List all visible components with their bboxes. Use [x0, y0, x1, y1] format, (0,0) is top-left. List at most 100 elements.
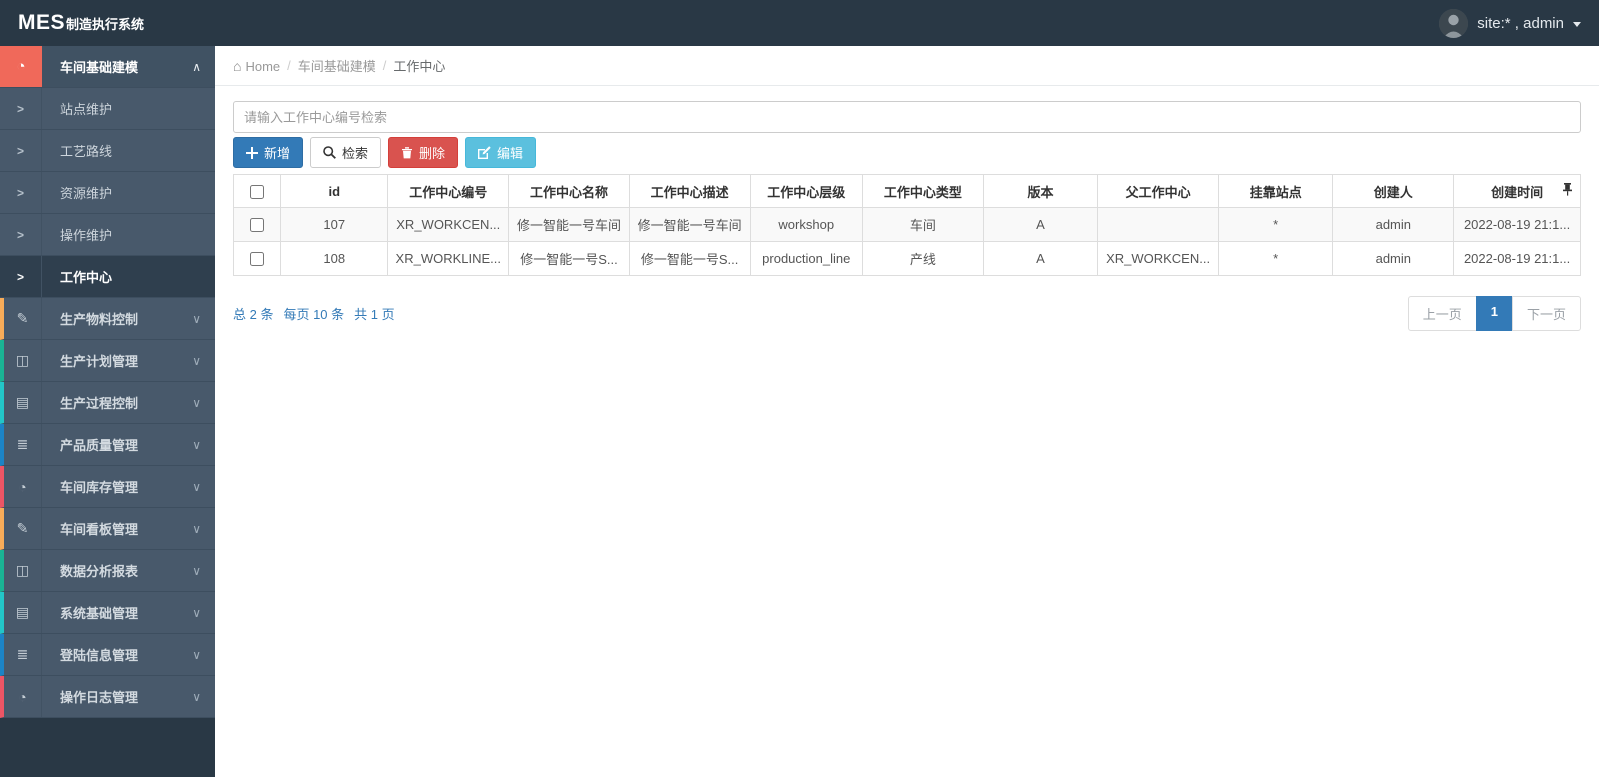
- add-button[interactable]: 新增: [233, 137, 304, 168]
- user-avatar: [1439, 8, 1469, 38]
- edit-icon: [478, 146, 491, 159]
- chevron-right-icon: >: [0, 88, 42, 129]
- table-cell: [1097, 207, 1219, 242]
- table-cell: 产线: [862, 241, 984, 276]
- table-cell: 修一智能一号S...: [628, 241, 751, 276]
- sidebar-item-label: 生产物料控制: [60, 312, 139, 327]
- column-header: 挂靠站点: [1217, 174, 1334, 208]
- table-cell: 修一智能一号车间: [508, 207, 630, 242]
- page-1-button[interactable]: 1: [1475, 296, 1513, 331]
- sidebar-item-label: 资源维护: [60, 186, 113, 201]
- breadcrumb-separator: /: [287, 58, 291, 73]
- pagination-summary: 总 2 条 每页 10 条 共 1 页: [233, 304, 395, 323]
- chevron-down-icon: ∨: [192, 563, 201, 578]
- sidebar: ◔ 车间基础建模 ∧ > 站点维护 > 工艺路线 > 资源维护 > 操作维护 > 工作中心 ✎ 生产物料控制…: [0, 46, 215, 777]
- sidebar-item-label: 数据分析报表: [60, 564, 139, 579]
- column-header: 父工作中心: [1097, 174, 1219, 208]
- sidebar-item-label: 工作中心: [60, 270, 113, 285]
- sidebar-item[interactable]: ▤ 系统基础管理 ∨: [0, 592, 215, 634]
- sidebar-subitem[interactable]: > 资源维护: [0, 172, 215, 214]
- chevron-down-icon: ∨: [192, 689, 201, 704]
- user-menu[interactable]: site:* , admin: [1439, 8, 1581, 38]
- total-count: 总 2 条: [233, 307, 274, 322]
- table-cell: *: [1217, 207, 1334, 242]
- add-button-label: 新增: [264, 146, 291, 161]
- plus-icon: [246, 146, 258, 159]
- chevron-right-icon: >: [0, 214, 42, 255]
- sidebar-subitem[interactable]: > 站点维护: [0, 88, 215, 130]
- table-cell: production_line: [749, 241, 863, 276]
- search-button[interactable]: 检索: [310, 137, 382, 168]
- edit-button-label: 编辑: [497, 146, 524, 161]
- chevron-down-icon: ∨: [192, 395, 201, 410]
- row-checkbox[interactable]: [250, 252, 265, 267]
- sidebar-item[interactable]: ✎ 车间看板管理 ∨: [0, 508, 215, 550]
- sidebar-item-label: 站点维护: [60, 102, 113, 117]
- edit-icon: ✎: [4, 298, 42, 339]
- chevron-down-icon: ∨: [192, 647, 201, 662]
- row-checkbox[interactable]: [250, 218, 265, 233]
- sidebar-item-label: 产品质量管理: [60, 438, 139, 453]
- user-label: site:* , admin: [1477, 14, 1564, 32]
- sidebar-subitem[interactable]: > 工作中心: [0, 256, 215, 298]
- topbar: MES 制造执行系统 site:* , admin: [0, 0, 1599, 46]
- chevron-right-icon: >: [0, 256, 42, 297]
- sidebar-item[interactable]: ▤ 生产过程控制 ∨: [0, 382, 215, 424]
- sidebar-item[interactable]: ◫ 生产计划管理 ∨: [0, 340, 215, 382]
- table-cell: XR_WORKCEN...: [387, 207, 510, 242]
- list-icon: ≣: [4, 424, 42, 465]
- table-cell: 107: [280, 207, 389, 242]
- app-logo-bold: MES: [18, 11, 66, 34]
- list-icon: ≣: [4, 634, 42, 675]
- column-header: id: [280, 174, 389, 208]
- edit-button[interactable]: 编辑: [465, 137, 537, 168]
- prev-page-button[interactable]: 上一页: [1407, 296, 1477, 331]
- chevron-down-icon: ∨: [192, 479, 201, 494]
- table-cell: 108: [280, 241, 389, 276]
- table-cell: XR_WORKLINE...: [387, 241, 510, 276]
- next-page-button[interactable]: 下一页: [1511, 296, 1581, 331]
- search-input[interactable]: [233, 101, 1581, 133]
- dashboard-icon: ◔: [0, 46, 42, 87]
- sidebar-item-label: 车间看板管理: [60, 522, 139, 537]
- column-header: 工作中心描述: [628, 174, 751, 208]
- columns-icon: ◫: [4, 550, 42, 591]
- select-all-checkbox[interactable]: [250, 184, 265, 199]
- table-cell: admin: [1332, 241, 1455, 276]
- sidebar-item[interactable]: ◫ 数据分析报表 ∨: [0, 550, 215, 592]
- pin-icon[interactable]: [1563, 183, 1572, 199]
- chevron-right-icon: >: [0, 130, 42, 171]
- sidebar-subitem[interactable]: > 操作维护: [0, 214, 215, 256]
- delete-button-label: 删除: [419, 146, 446, 161]
- sidebar-item[interactable]: ≣ 登陆信息管理 ∨: [0, 634, 215, 676]
- sidebar-subitem[interactable]: > 工艺路线: [0, 130, 215, 172]
- table-cell: *: [1217, 241, 1334, 276]
- workcenter-table: id 工作中心编号 工作中心名称 工作中心描述 工作中心层级 工作中心类型 版本 父工作中心挂…: [232, 174, 1581, 276]
- chevron-down-icon: ∨: [192, 311, 201, 326]
- table-cell: XR_WORKCEN...: [1097, 241, 1219, 276]
- sidebar-item[interactable]: ◔ 操作日志管理 ∨: [0, 676, 215, 718]
- sidebar-item-label: 生产计划管理: [60, 354, 139, 369]
- edit-icon: ✎: [4, 508, 42, 549]
- table-cell: 2022-08-19 21:1...: [1453, 241, 1581, 276]
- sidebar-item-label: 操作日志管理: [60, 690, 139, 705]
- table-cell: workshop: [749, 207, 863, 242]
- chevron-right-icon: >: [0, 172, 42, 213]
- book-icon: ▤: [4, 592, 42, 633]
- breadcrumb-item[interactable]: ⌂ Home: [233, 58, 280, 74]
- table-cell: 修一智能一号车间: [628, 207, 751, 242]
- sidebar-item[interactable]: ✎ 生产物料控制 ∨: [0, 298, 215, 340]
- select-all-cell: [232, 174, 282, 208]
- sidebar-item[interactable]: ≣ 产品质量管理 ∨: [0, 424, 215, 466]
- toolbar: 新增 检索 删除 编辑: [233, 137, 1581, 168]
- delete-button[interactable]: 删除: [388, 137, 459, 168]
- sidebar-item-label: 生产过程控制: [60, 396, 139, 411]
- sidebar-item[interactable]: ◔ 车间库存管理 ∨: [0, 466, 215, 508]
- breadcrumb-item[interactable]: 车间基础建模: [298, 56, 376, 75]
- table-cell: 修一智能一号S...: [508, 241, 630, 276]
- sidebar-item-parent[interactable]: ◔ 车间基础建模 ∧: [0, 46, 215, 88]
- sidebar-item-label: 操作维护: [60, 228, 113, 243]
- table-row: 108 XR_WORKLINE... 修一智能一号S... 修一智能一号S... pro…: [232, 241, 1581, 276]
- search-icon: [323, 146, 336, 159]
- table-cell: 2022-08-19 21:1...: [1453, 207, 1581, 242]
